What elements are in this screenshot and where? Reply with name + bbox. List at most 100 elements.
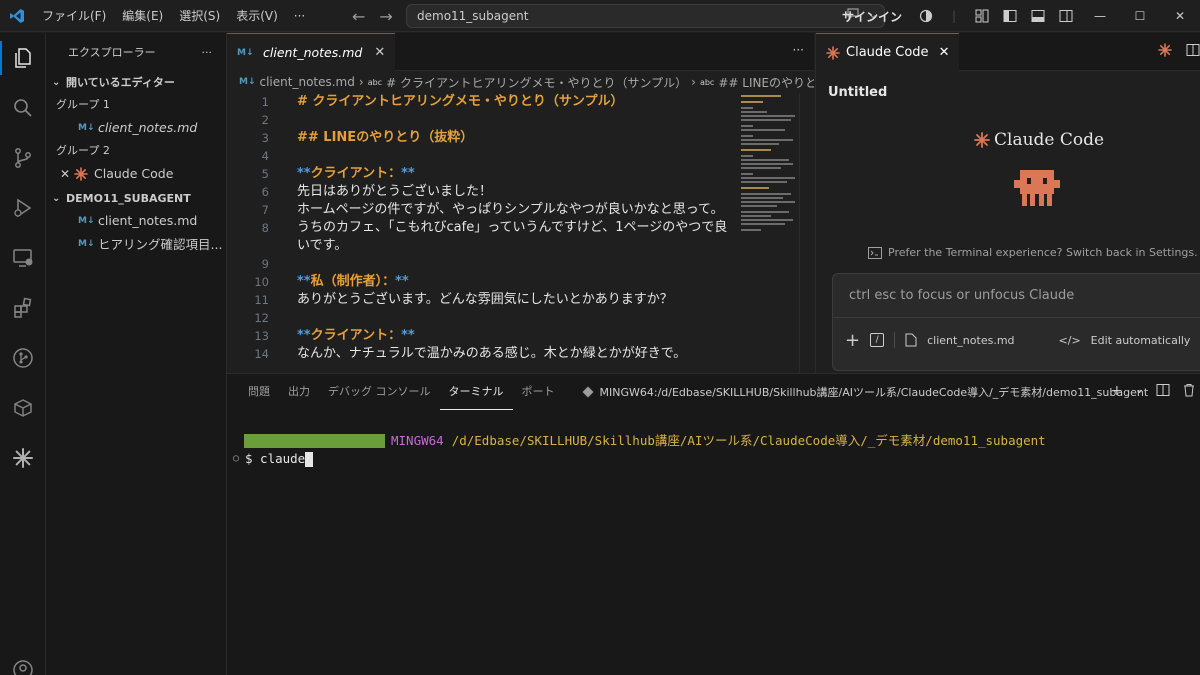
menu-file[interactable]: ファイル(F) (34, 0, 114, 32)
copilot-icon[interactable] (912, 0, 940, 32)
claude-code-icon[interactable] (0, 433, 46, 483)
open-editor-claude-code[interactable]: ✕ Claude Code (46, 162, 226, 185)
claude-burst-icon[interactable] (1158, 43, 1172, 57)
toggle-secondary-sidebar-icon[interactable] (1052, 0, 1080, 32)
back-arrow-icon[interactable]: ← (352, 7, 365, 26)
claude-prompt-input[interactable]: ctrl esc to focus or unfocus Claude + / … (832, 273, 1200, 371)
tab-debug-console[interactable]: デバッグ コンソール (319, 374, 440, 410)
split-terminal-icon[interactable] (1156, 383, 1170, 397)
file-client-notes[interactable]: M↓ client_notes.md (46, 209, 226, 232)
edit-mode-button[interactable]: Edit automatically (1091, 334, 1191, 347)
minimize-button[interactable]: — (1080, 0, 1120, 32)
explorer-header: エクスプローラー ··· (46, 33, 226, 71)
tab-ports[interactable]: ポート (513, 374, 564, 410)
command-center-search[interactable]: demo11_subagent ⌄ (406, 4, 885, 28)
symbol-string-icon: abc (367, 77, 383, 87)
account-icon[interactable] (0, 645, 46, 675)
trash-icon[interactable] (1182, 383, 1196, 397)
line-number: 12 (254, 311, 269, 325)
file-chip[interactable]: client_notes.md (927, 334, 1014, 347)
code-line: 6 先日はありがとうございました！ (227, 183, 737, 201)
explorer-icon[interactable] (0, 33, 46, 83)
git-bash-icon (582, 386, 593, 398)
code-line: 5 **クライアント：** (227, 165, 737, 183)
open-editor-client-notes[interactable]: M↓ client_notes.md (46, 116, 226, 139)
line-text: # クライアントヒアリングメモ・やりとり（サンプル） (297, 94, 624, 109)
markdown-icon: M↓ (78, 122, 95, 133)
breadcrumb-item[interactable]: ## LINEのやりとり（抜 (718, 74, 814, 91)
editor-scrollbar[interactable] (799, 93, 813, 373)
maximize-button[interactable]: ☐ (1120, 0, 1160, 32)
claude-tabs: Claude Code ✕ (816, 33, 1200, 71)
tab-client-notes[interactable]: M↓ client_notes.md ✕ (227, 33, 396, 71)
toggle-panel-icon[interactable] (1024, 0, 1052, 32)
file-hearing-checklist[interactable]: M↓ ヒアリング確認項目... (46, 232, 226, 255)
source-control-icon[interactable] (0, 133, 46, 183)
signin-button[interactable]: サインイン (832, 8, 912, 25)
close-window-button[interactable]: ✕ (1160, 0, 1200, 32)
open-editor-label: client_notes.md (98, 120, 198, 135)
add-context-button[interactable]: + (845, 330, 860, 351)
git-graph-icon[interactable] (0, 333, 46, 383)
markdown-bold-marker: ** (297, 328, 311, 343)
terminal-preference-note: Prefer the Terminal experience? Switch b… (868, 246, 1200, 259)
symbol-string-icon: abc (699, 77, 715, 87)
tab-output[interactable]: 出力 (279, 374, 319, 410)
prompt-placeholder[interactable]: ctrl esc to focus or unfocus Claude (833, 274, 1200, 318)
explorer-title: エクスプローラー (68, 46, 156, 59)
command-status-icon: ○ (233, 453, 240, 464)
editor-more-button[interactable]: ··· (793, 43, 804, 57)
nav-arrows: ← → (352, 0, 393, 32)
menu-more[interactable]: ··· (286, 0, 313, 32)
close-icon[interactable]: ✕ (374, 45, 385, 60)
open-editors-section[interactable]: ⌄ 開いているエディター (46, 71, 226, 93)
terminal-instance[interactable]: MINGW64:/d/Edbase/SKILLHUB/Skillhub講座/AI… (582, 384, 1148, 400)
breadcrumb-item[interactable]: # クライアントヒアリングメモ・やりとり（サンプル） (386, 74, 687, 91)
prompt-toolbar: + / client_notes.md </> Edit automatical… (833, 318, 1200, 362)
panel-tabs: 問題 出力 デバッグ コンソール ターミナル ポート MINGW64:/d/Ed… (227, 374, 1200, 410)
extensions-icon[interactable] (0, 283, 46, 333)
markdown-bold-marker: ** (297, 274, 311, 289)
forward-arrow-icon[interactable]: → (379, 7, 392, 26)
chevron-down-icon[interactable]: ⌄ (1135, 383, 1144, 399)
package-icon[interactable] (0, 383, 46, 433)
claude-burst-icon (974, 132, 990, 148)
close-icon[interactable]: ✕ (939, 45, 950, 60)
prompt-host: MINGW64 (391, 433, 444, 448)
code-editor[interactable]: 1 # クライアントヒアリングメモ・やりとり（サンプル） 2 3 ## LINEのやりと… (227, 93, 737, 373)
search-icon[interactable] (0, 83, 46, 133)
toggle-sidebar-icon[interactable] (996, 0, 1024, 32)
vscode-logo-icon (0, 0, 34, 32)
close-icon[interactable]: ✕ (60, 167, 74, 181)
explorer-more-button[interactable]: ··· (202, 46, 213, 59)
run-debug-icon[interactable] (0, 183, 46, 233)
customize-layout-icon[interactable] (968, 0, 996, 32)
project-section[interactable]: ⌄ DEMO11_SUBAGENT (46, 187, 226, 209)
menu-selection[interactable]: 選択(S) (171, 0, 228, 32)
line-number: 13 (254, 329, 269, 343)
slash-command-icon[interactable]: / (870, 333, 885, 347)
remote-explorer-icon[interactable] (0, 233, 46, 283)
terminal-output[interactable]: MINGW64 /d/Edbase/SKILLHUB/Skillhub講座/AI… (227, 432, 1200, 468)
code-line: 4 (227, 147, 737, 165)
new-terminal-icon[interactable]: + (1111, 383, 1123, 399)
tab-claude-code[interactable]: Claude Code ✕ (816, 33, 960, 71)
minimap[interactable] (741, 93, 799, 373)
code-line: 14 なんか、ナチュラルで温かみのある感じ。木とか緑とかが好きで。 (227, 345, 737, 363)
code-line: 12 (227, 309, 737, 327)
code-line: 9 (227, 255, 737, 273)
pref-text[interactable]: Prefer the Terminal experience? Switch b… (888, 246, 1198, 259)
markdown-bold-marker: ** (297, 166, 311, 181)
menu-edit[interactable]: 編集(E) (114, 0, 171, 32)
code-icon: </> (1058, 333, 1081, 347)
terminal-command: $ claude (245, 451, 306, 466)
title-bar: ファイル(F) 編集(E) 選択(S) 表示(V) ··· ← → demo11… (0, 0, 1200, 32)
menu-bar: ファイル(F) 編集(E) 選択(S) 表示(V) ··· (34, 0, 313, 32)
tab-problems[interactable]: 問題 (239, 374, 279, 410)
menu-view[interactable]: 表示(V) (228, 0, 286, 32)
line-text (269, 147, 737, 165)
breadcrumb-item[interactable]: client_notes.md (260, 75, 355, 89)
tab-terminal[interactable]: ターミナル (439, 382, 513, 410)
split-editor-icon[interactable] (1186, 43, 1200, 57)
line-text: ありがとうございます。どんな雰囲気にしたいとかありますか？ (297, 292, 673, 307)
